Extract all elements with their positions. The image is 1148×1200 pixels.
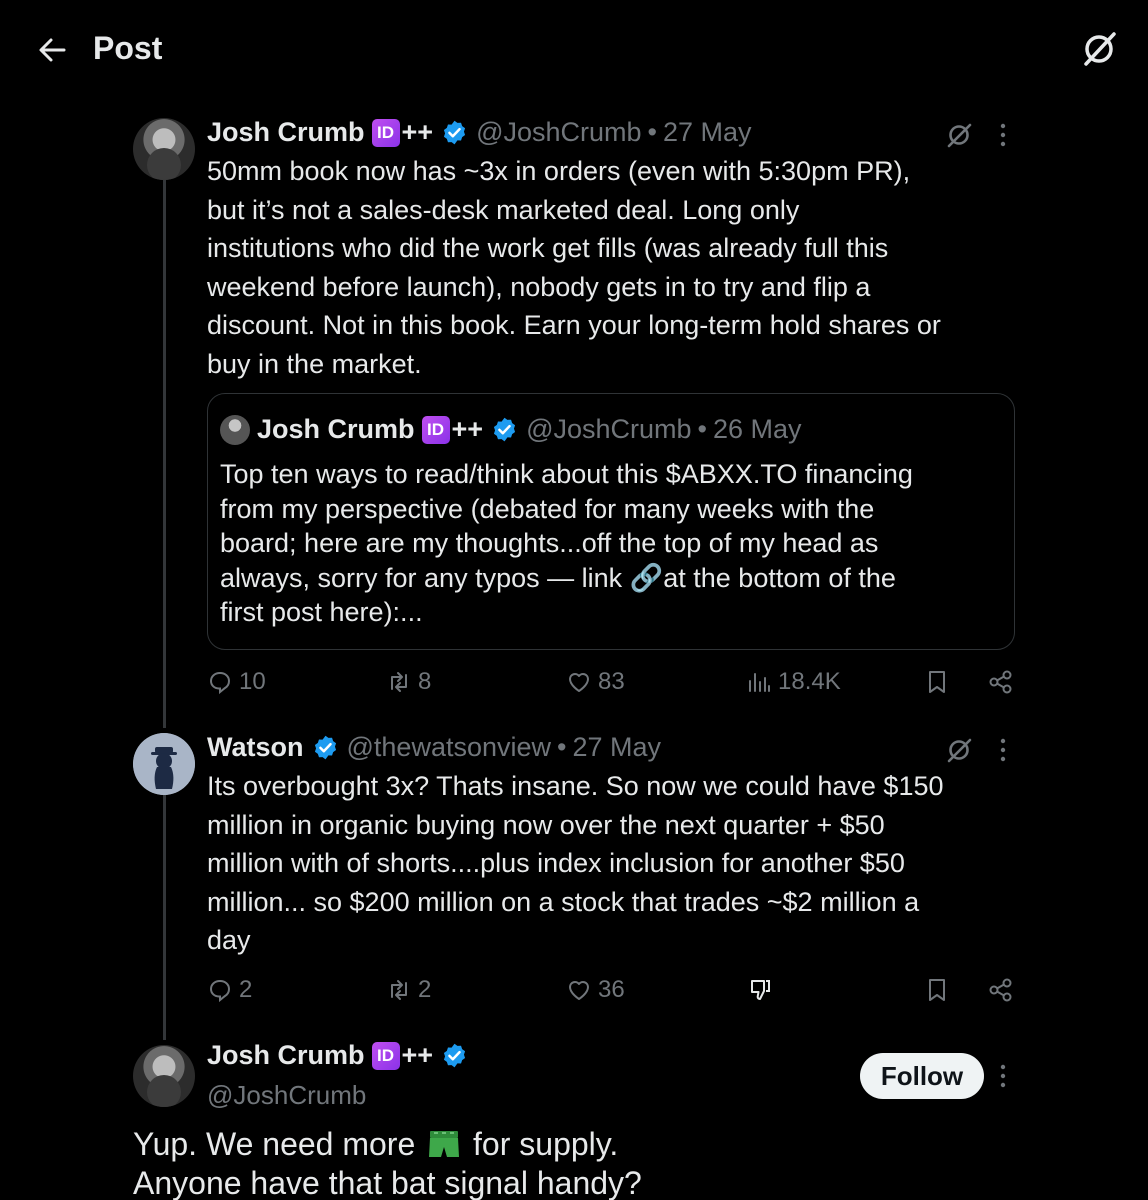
back-arrow-icon[interactable]	[32, 30, 72, 70]
follow-button[interactable]: Follow	[860, 1053, 984, 1099]
id-badge-icon: ID	[371, 1041, 400, 1070]
views-chart-icon	[749, 673, 770, 692]
author-name[interactable]: Josh Crumb	[207, 1040, 365, 1071]
like-count: 36	[598, 976, 625, 1003]
post-date[interactable]: 27 May	[663, 117, 752, 148]
reply-count: 2	[239, 976, 253, 1003]
verified-badge-icon	[444, 1043, 466, 1068]
heart-icon	[569, 673, 589, 692]
post-text: Its overbought 3x? Thats insane. So now …	[207, 771, 944, 955]
author-handle[interactable]: @JoshCrumb	[476, 117, 641, 148]
verified-badge-icon	[494, 417, 516, 442]
more-options-icon[interactable]	[998, 120, 1008, 150]
repost-count: 2	[418, 976, 432, 1003]
post-date[interactable]: 27 May	[572, 732, 661, 763]
thread-connector	[163, 795, 166, 1040]
name-suffix: ++	[401, 1040, 434, 1070]
quote-header: Josh Crumb ID ++ @JoshCrumb • 26 May	[257, 414, 802, 445]
reply-button[interactable]: 10	[207, 668, 266, 696]
more-options-icon[interactable]	[998, 735, 1008, 765]
author-name[interactable]: Josh Crumb	[207, 117, 365, 148]
bookmark-icon[interactable]	[923, 976, 951, 1004]
post-text: 50mm book now has ~3x in orders (even wi…	[207, 156, 941, 379]
silhouette-icon	[133, 733, 195, 795]
like-button[interactable]: 36	[566, 976, 625, 1004]
views-button[interactable]: 18.4K	[746, 668, 841, 696]
reply-icon	[209, 671, 231, 695]
id-badge-icon: ID	[421, 415, 450, 444]
separator-dot: •	[557, 732, 567, 762]
page-title: Post	[93, 30, 163, 66]
post-date: 26 May	[713, 414, 802, 444]
more-options-icon[interactable]	[998, 1061, 1008, 1091]
post-header: Watson @thewatsonview • 27 May	[207, 732, 661, 763]
quoted-post[interactable]: Josh Crumb ID ++ @JoshCrumb • 26 May Top…	[207, 393, 1015, 650]
author-name: Josh Crumb	[257, 414, 415, 444]
author-name[interactable]: Watson	[207, 732, 304, 763]
reply-button[interactable]: 2	[207, 976, 252, 1004]
bookmark-icon[interactable]	[923, 668, 951, 696]
repost-icon	[391, 672, 407, 692]
avatar[interactable]	[133, 1045, 195, 1107]
post-header: Josh Crumb ID ++ @JoshCrumb • 27 May	[207, 117, 752, 148]
shorts-icon	[429, 1131, 460, 1157]
share-icon[interactable]	[987, 976, 1015, 1004]
separator-dot: •	[647, 117, 657, 147]
thread-connector	[163, 180, 166, 728]
avatar[interactable]	[133, 733, 195, 795]
repost-count: 8	[418, 668, 432, 695]
repost-button[interactable]: 2	[386, 976, 431, 1004]
avatar[interactable]	[133, 118, 195, 180]
reply-count: 10	[239, 668, 266, 695]
reply-icon	[209, 979, 231, 1003]
verified-badge-icon	[444, 120, 466, 145]
grok-icon[interactable]	[944, 735, 974, 765]
repost-button[interactable]: 8	[386, 668, 431, 696]
name-suffix: ++	[451, 414, 484, 444]
name-suffix: ++	[401, 117, 434, 147]
verified-badge-icon	[314, 735, 336, 760]
grok-icon[interactable]	[944, 120, 974, 150]
id-badge-icon: ID	[371, 118, 400, 147]
view-count: 18.4K	[778, 668, 841, 695]
grok-icon[interactable]	[1078, 28, 1120, 70]
reply-text: Yup. We need more for supply. Anyone hav…	[133, 1126, 642, 1200]
repost-icon	[391, 980, 407, 1000]
quote-text: Top ten ways to read/think about this $A…	[220, 459, 913, 627]
author-handle: @JoshCrumb	[526, 414, 692, 444]
share-icon[interactable]	[987, 668, 1015, 696]
downvote-icon[interactable]	[746, 976, 774, 1004]
like-count: 83	[598, 668, 625, 695]
heart-icon	[569, 981, 589, 1000]
author-handle[interactable]: @thewatsonview	[347, 732, 552, 763]
reply-header: Josh Crumb ID ++	[207, 1040, 468, 1071]
separator-dot: •	[697, 414, 707, 444]
author-handle[interactable]: @JoshCrumb	[207, 1080, 366, 1111]
top-bar: Post	[0, 0, 1148, 100]
avatar	[220, 415, 250, 445]
like-button[interactable]: 83	[566, 668, 625, 696]
